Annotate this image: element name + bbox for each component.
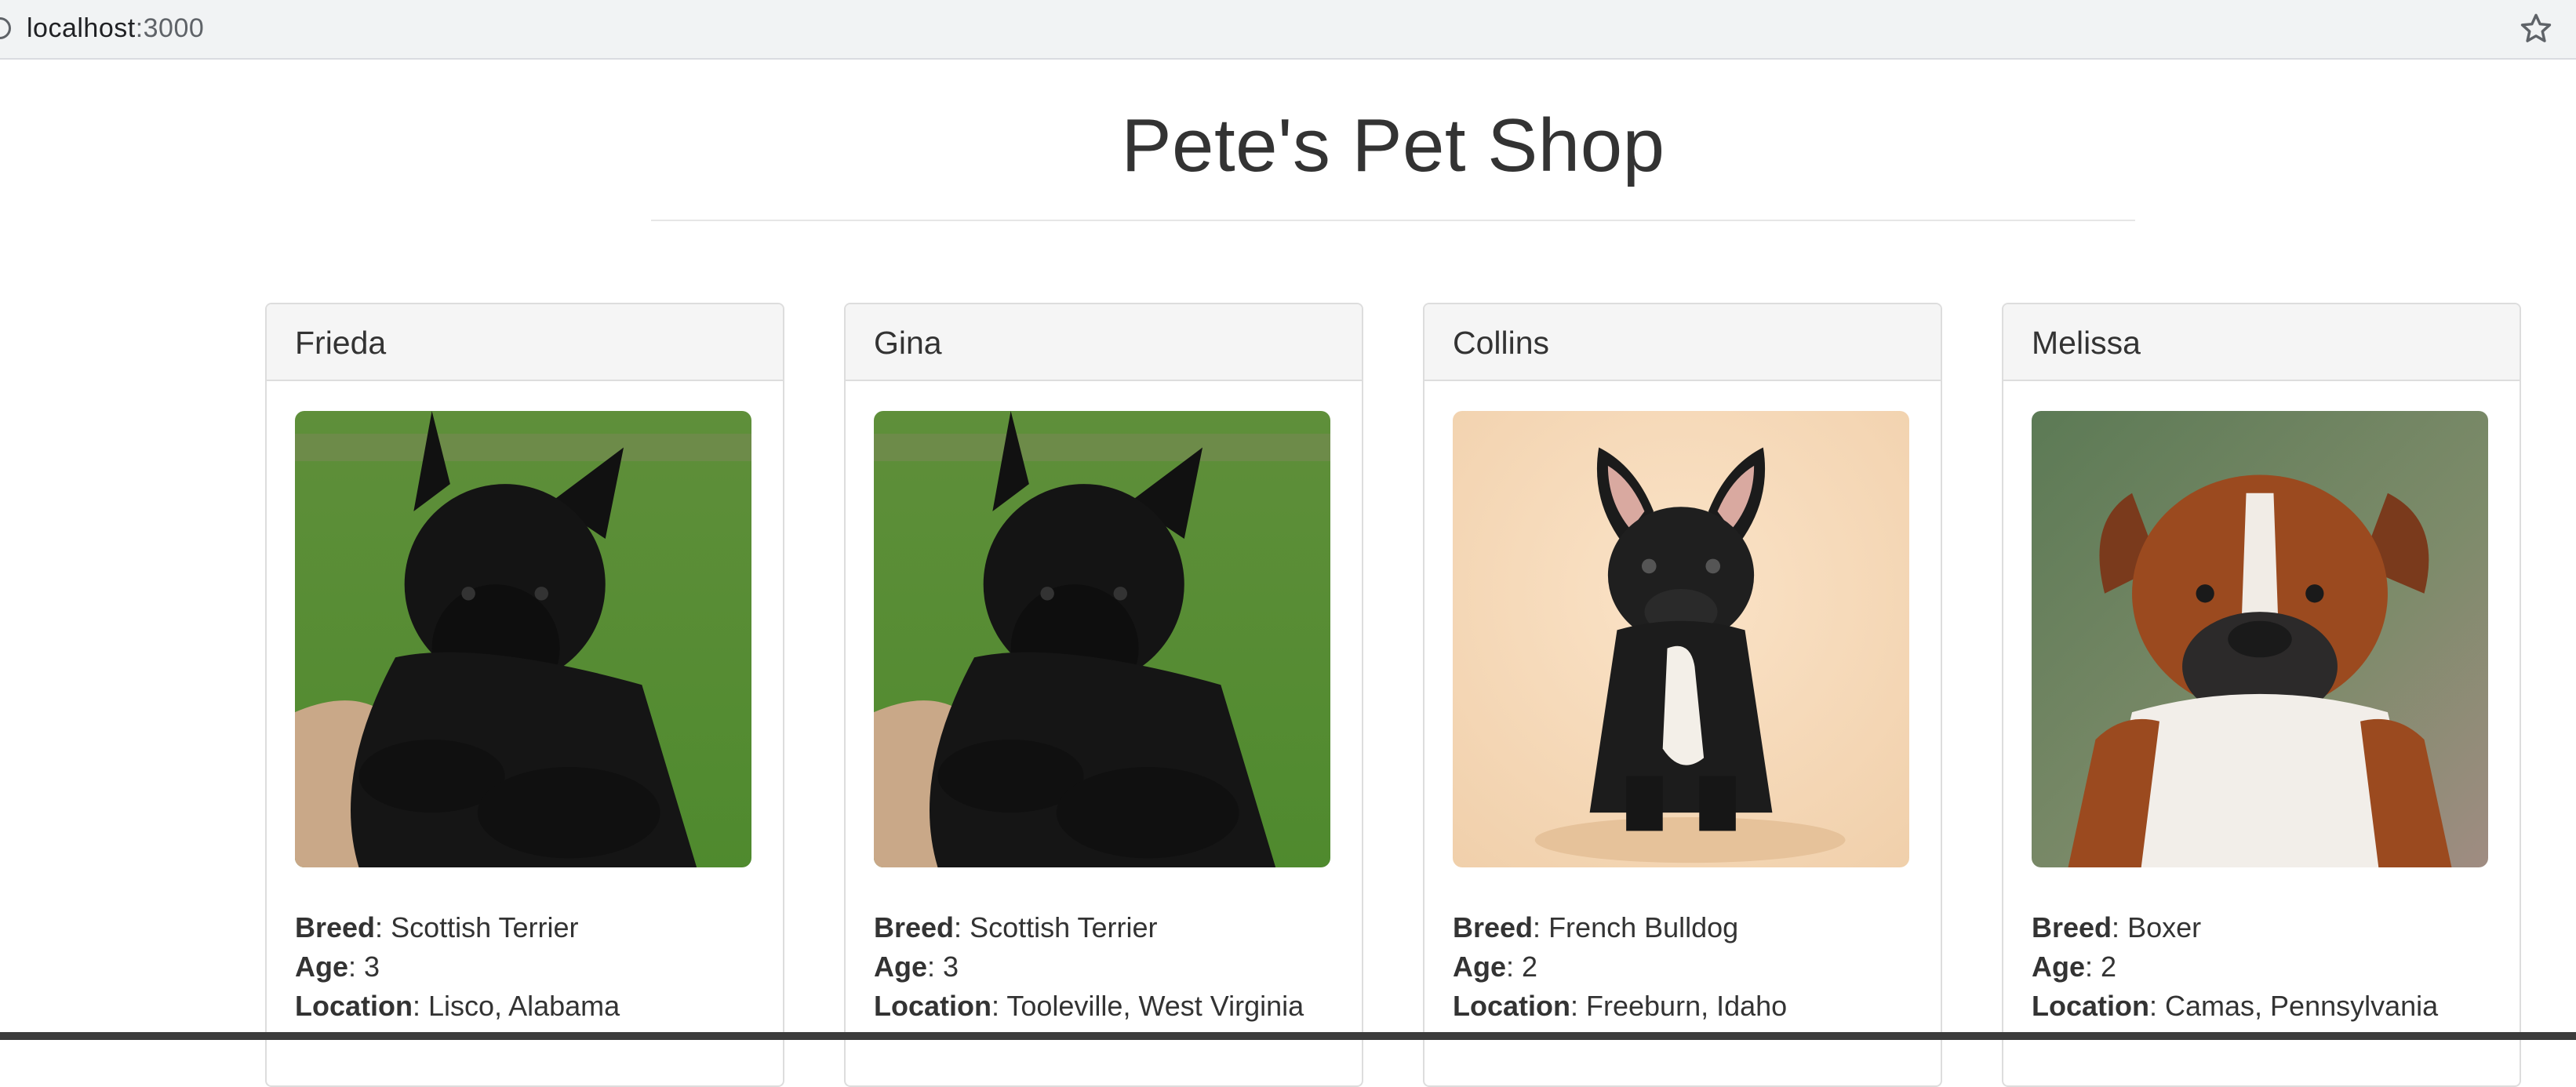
boxer-photo xyxy=(2032,411,2488,867)
scottish-terrier-photo xyxy=(295,411,751,867)
pet-name: Melissa xyxy=(2003,304,2520,381)
title-divider xyxy=(651,220,2135,221)
age-label: Age xyxy=(2032,951,2086,983)
breed-row: Breed: French Bulldog xyxy=(1453,911,1739,943)
location-value: Freeburn, Idaho xyxy=(1586,990,1788,1022)
breed-label: Breed xyxy=(295,911,376,943)
pet-name: Frieda xyxy=(267,304,783,381)
browser-address-bar: localhost:3000 xyxy=(0,0,2576,60)
info-icon[interactable] xyxy=(0,17,11,39)
french-bulldog-photo xyxy=(1453,411,1909,867)
age-label: Age xyxy=(295,951,349,983)
page-title: Pete's Pet Shop xyxy=(1121,104,1665,187)
pet-details: Breed: French Bulldog Age: 2 Location: F… xyxy=(1453,908,1787,1026)
age-row: Age: 3 xyxy=(295,951,380,983)
breed-value: French Bulldog xyxy=(1548,911,1739,943)
age-row: Age: 3 xyxy=(874,951,959,983)
age-value: 2 xyxy=(1522,951,1538,983)
star-icon[interactable] xyxy=(2518,11,2554,47)
pet-details: Breed: Scottish Terrier Age: 3 Location:… xyxy=(295,908,620,1026)
location-row: Location: Lisco, Alabama xyxy=(295,990,620,1022)
location-label: Location xyxy=(1453,990,1570,1022)
age-value: 3 xyxy=(364,951,380,983)
pet-card: Frieda Breed: Scottish Terrier Age: 3 Lo… xyxy=(265,303,784,1087)
pet-name: Gina xyxy=(846,304,1362,381)
pet-details: Breed: Boxer Age: 2 Location: Camas, Pen… xyxy=(2032,908,2438,1026)
location-row: Location: Freeburn, Idaho xyxy=(1453,990,1788,1022)
breed-label: Breed xyxy=(2032,911,2112,943)
url-host: localhost xyxy=(27,13,136,43)
location-row: Location: Tooleville, West Virginia xyxy=(874,990,1304,1022)
location-label: Location xyxy=(2032,990,2149,1022)
location-label: Location xyxy=(874,990,991,1022)
age-label: Age xyxy=(874,951,928,983)
breed-label: Breed xyxy=(874,911,955,943)
location-value: Camas, Pennsylvania xyxy=(2165,990,2439,1022)
age-row: Age: 2 xyxy=(2032,951,2117,983)
location-label: Location xyxy=(295,990,413,1022)
pet-card: Collins Breed: French Bulldog Age: 2 Loc… xyxy=(1423,303,1942,1087)
age-value: 2 xyxy=(2101,951,2117,983)
taskbar-edge xyxy=(0,1032,2576,1040)
scottish-terrier-photo xyxy=(874,411,1330,867)
pet-name: Collins xyxy=(1424,304,1941,381)
pet-details: Breed: Scottish Terrier Age: 3 Location:… xyxy=(874,908,1304,1026)
breed-value: Scottish Terrier xyxy=(970,911,1158,943)
location-value: Tooleville, West Virginia xyxy=(1006,990,1304,1022)
breed-row: Breed: Scottish Terrier xyxy=(295,911,579,943)
location-row: Location: Camas, Pennsylvania xyxy=(2032,990,2439,1022)
age-value: 3 xyxy=(943,951,959,983)
breed-label: Breed xyxy=(1453,911,1534,943)
url-port: :3000 xyxy=(135,13,205,43)
pet-card: Gina Breed: Scottish Terrier Age: 3 Loca… xyxy=(844,303,1363,1087)
breed-value: Boxer xyxy=(2127,911,2202,943)
breed-row: Breed: Scottish Terrier xyxy=(874,911,1158,943)
breed-value: Scottish Terrier xyxy=(391,911,579,943)
location-value: Lisco, Alabama xyxy=(428,990,620,1022)
breed-row: Breed: Boxer xyxy=(2032,911,2202,943)
age-label: Age xyxy=(1453,951,1507,983)
url-field[interactable]: localhost:3000 xyxy=(27,11,204,45)
pet-card: Melissa Breed: Boxer Age: 2 Location: Ca… xyxy=(2002,303,2521,1087)
age-row: Age: 2 xyxy=(1453,951,1538,983)
